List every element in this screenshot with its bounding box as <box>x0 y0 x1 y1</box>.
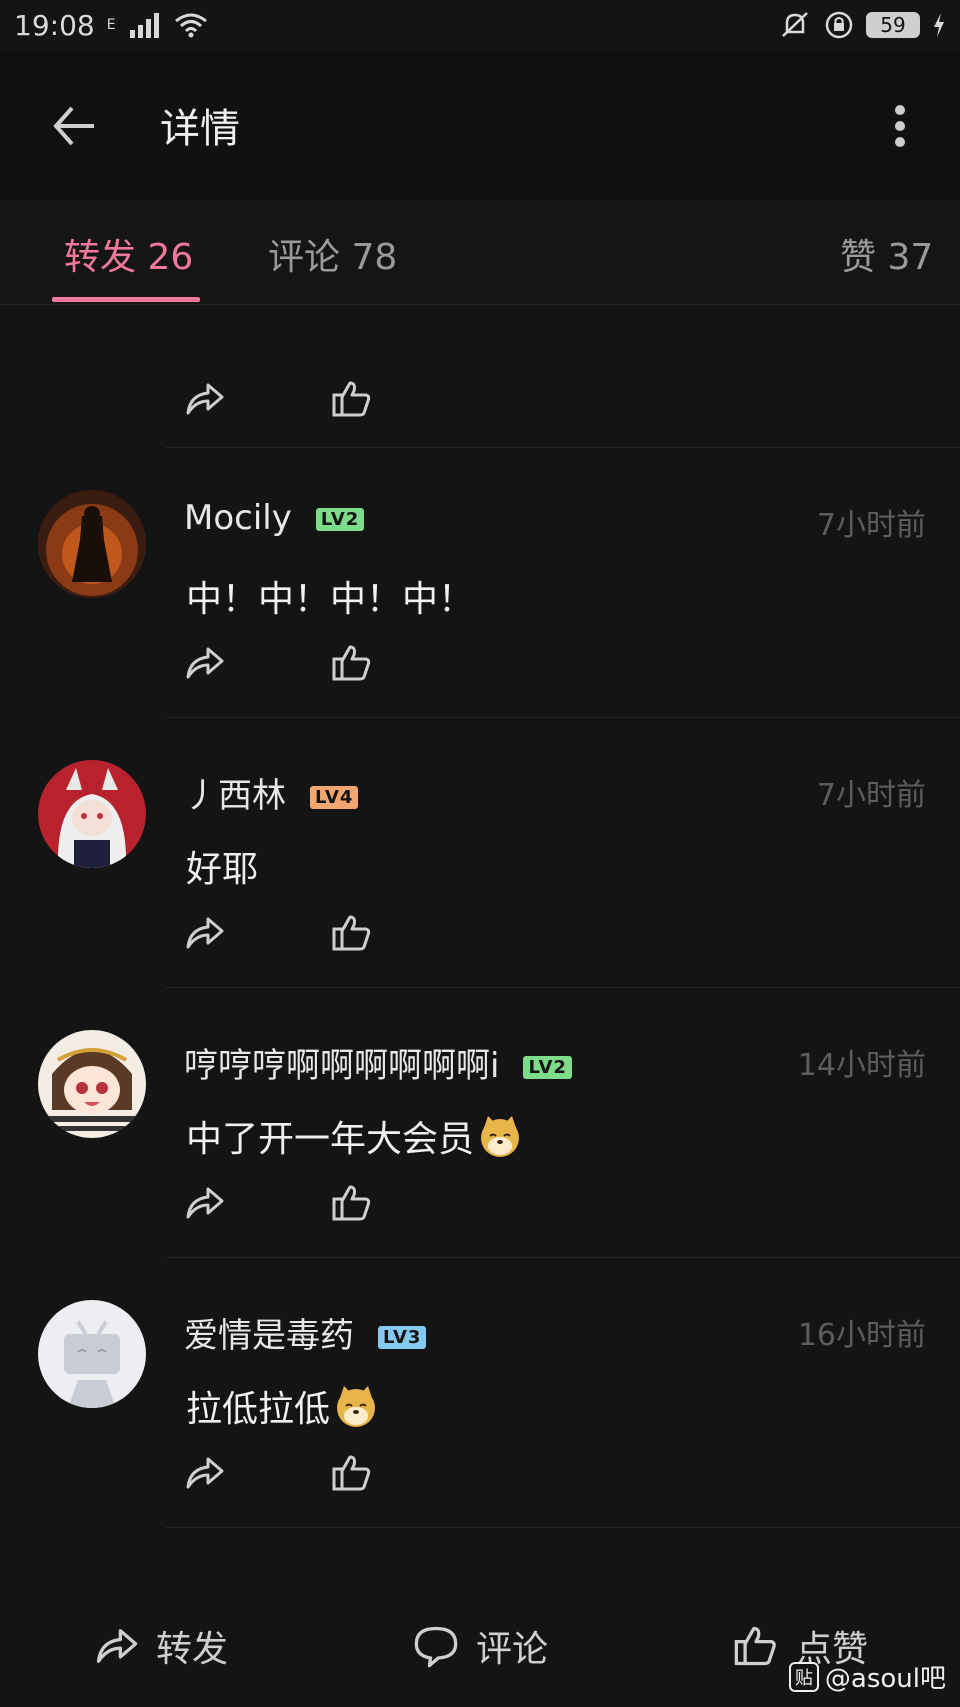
wifi-icon <box>174 13 207 38</box>
item-actions <box>182 377 374 421</box>
repost-label: 转发 <box>156 1629 229 1670</box>
repost-button[interactable]: 转发 <box>90 1620 228 1672</box>
thumbs-up-icon[interactable] <box>330 377 374 421</box>
thumbs-up-icon[interactable] <box>330 911 374 955</box>
comment-time: 16小时前 <box>797 1318 926 1353</box>
comment-text: 中了开一年大会员 <box>186 1110 522 1162</box>
share-icon[interactable] <box>182 377 226 421</box>
comment-text-content: 中！中！中！中！ <box>186 579 475 620</box>
comment-author[interactable]: 哼哼哼啊啊啊啊啊啊i LV2 <box>184 1038 572 1087</box>
doge-emoji-icon <box>481 1116 520 1157</box>
author-name[interactable]: 爱情是毒药 <box>184 1316 354 1356</box>
watermark: 贴 @asoul吧 <box>788 1658 946 1695</box>
comment-button[interactable]: 评论 <box>410 1620 548 1672</box>
comment-text-content: 拉低拉低 <box>186 1389 331 1430</box>
lock-rotation-icon <box>825 11 853 39</box>
level-badge: LV2 <box>523 1056 572 1079</box>
comment-time: 7小时前 <box>816 508 926 543</box>
comment-time: 14小时前 <box>797 1048 926 1083</box>
comment-author[interactable]: 丿西林 LV4 <box>184 768 359 817</box>
thumbs-up-icon[interactable] <box>330 1451 374 1495</box>
doge-emoji-icon <box>337 1386 376 1427</box>
avatar[interactable] <box>38 760 146 868</box>
thumbs-up-icon[interactable] <box>330 641 374 685</box>
item-actions <box>182 641 374 685</box>
item-actions <box>182 911 374 955</box>
bottom-action-bar: 转发 评论 点赞 贴 @asoul吧 <box>0 1590 960 1707</box>
share-icon[interactable] <box>182 911 226 955</box>
author-name[interactable]: 哼哼哼啊啊啊啊啊啊i <box>184 1046 499 1086</box>
comment-text: 好耶 <box>186 840 258 892</box>
tieba-logo-icon: 贴 <box>788 1661 819 1692</box>
status-bar: 19:08 E 59 <box>0 0 960 50</box>
tab-bar: 转发 26 评论 78 赞 37 <box>0 200 960 305</box>
comment-text: 拉低拉低 <box>186 1380 378 1432</box>
level-badge: LV2 <box>315 508 365 531</box>
back-arrow-icon[interactable] <box>48 100 100 152</box>
comment-item: 丿西林 LV4 7小时前 好耶 <box>0 718 960 988</box>
divider <box>166 1527 960 1528</box>
signal-icon <box>129 13 159 38</box>
comment-label: 评论 <box>476 1629 549 1670</box>
share-icon[interactable] <box>182 1451 226 1495</box>
watermark-text: @asoul吧 <box>824 1664 946 1694</box>
comment-item: Mocily LV2 7小时前 中！中！中！中！ <box>0 448 960 718</box>
battery-indicator: 59 <box>866 12 920 38</box>
active-tab-indicator <box>52 297 200 302</box>
level-badge: LV3 <box>378 1326 427 1349</box>
item-actions <box>182 1181 374 1225</box>
comment-list: Mocily LV2 7小时前 中！中！中！中！ 丿西林 LV4 7小时前 好耶… <box>0 305 960 1575</box>
comment-bubble-icon <box>414 1626 458 1668</box>
mute-bell-icon <box>782 12 808 37</box>
comment-text-content: 中了开一年大会员 <box>186 1119 475 1160</box>
app-bar: 详情 <box>0 50 960 200</box>
tab-reposts[interactable]: 转发 26 <box>64 228 193 280</box>
avatar[interactable] <box>38 1030 146 1138</box>
thumbs-up-icon <box>734 1626 776 1666</box>
avatar[interactable] <box>38 1300 146 1408</box>
author-name[interactable]: Mocily <box>184 498 292 538</box>
comment-text: 中！中！中！中！ <box>186 570 474 622</box>
item-actions <box>182 1451 374 1495</box>
page-title: 详情 <box>160 106 240 152</box>
comment-item: 爱情是毒药 LV3 16小时前 拉低拉低 <box>0 1258 960 1528</box>
share-icon <box>96 1629 138 1663</box>
charging-icon <box>934 13 944 37</box>
share-icon[interactable] <box>182 1181 226 1225</box>
tab-likes[interactable]: 赞 37 <box>840 228 933 280</box>
level-badge: LV4 <box>310 786 359 809</box>
comment-author[interactable]: Mocily LV2 <box>184 498 365 538</box>
comment-item: 哼哼哼啊啊啊啊啊啊i LV2 14小时前 中了开一年大会员 <box>0 988 960 1258</box>
network-label: E <box>106 17 116 33</box>
avatar[interactable] <box>38 490 146 598</box>
clock: 19:08 <box>14 8 95 42</box>
comment-time: 7小时前 <box>816 778 926 813</box>
thumbs-up-icon[interactable] <box>330 1181 374 1225</box>
comment-author[interactable]: 爱情是毒药 LV3 <box>184 1308 427 1357</box>
author-name[interactable]: 丿西林 <box>184 776 286 816</box>
share-icon[interactable] <box>182 641 226 685</box>
more-options-icon[interactable] <box>880 100 920 152</box>
tab-comments[interactable]: 评论 78 <box>268 228 397 280</box>
comment-text-content: 好耶 <box>186 849 259 890</box>
